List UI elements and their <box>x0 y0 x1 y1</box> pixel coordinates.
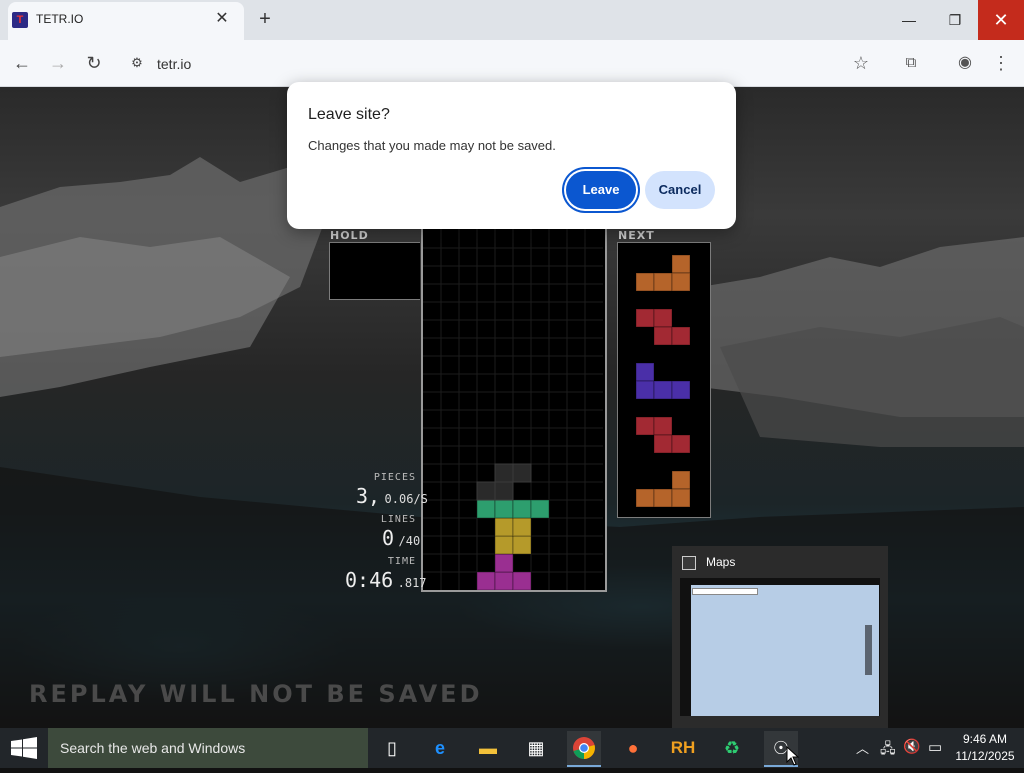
time-value: 0:46 <box>345 568 394 592</box>
next-piece-block <box>653 416 673 436</box>
back-icon[interactable]: ← <box>9 50 35 76</box>
next-piece-block <box>671 488 691 508</box>
bookmark-star-icon[interactable]: ☆ <box>850 52 872 74</box>
chrome-icon[interactable] <box>567 731 601 767</box>
pieces-value: 3, <box>356 484 381 508</box>
next-piece-block <box>653 434 673 454</box>
next-piece-block <box>671 434 691 454</box>
tetrio-logo-icon: T <box>12 12 28 28</box>
next-piece-block <box>671 272 691 292</box>
replay-warning: REPLAY WILL NOT BE SAVED <box>29 680 483 708</box>
edge-icon[interactable]: e <box>423 731 457 765</box>
board-block <box>494 535 514 555</box>
board-block <box>512 517 532 537</box>
notification-icon[interactable]: ▭ <box>928 738 942 756</box>
hold-box <box>329 242 420 300</box>
reload-icon[interactable]: ↻ <box>81 50 107 76</box>
recycle-icon[interactable]: ♻ <box>715 731 749 765</box>
board-block <box>494 517 514 537</box>
board-block <box>512 499 532 519</box>
next-label: NEXT <box>618 229 655 242</box>
next-piece-block <box>653 488 673 508</box>
leave-button[interactable]: Leave <box>566 171 636 209</box>
board-block <box>512 535 532 555</box>
maps-thumbnail-map <box>691 585 879 716</box>
next-piece-block <box>635 416 655 436</box>
new-tab-button[interactable]: + <box>254 8 276 30</box>
board-grid <box>423 228 603 590</box>
lines-label: LINES <box>380 514 416 525</box>
next-piece-block <box>671 380 691 400</box>
clock-time[interactable]: 9:46 AM <box>950 732 1020 746</box>
next-piece-block <box>653 326 673 346</box>
address-text[interactable]: tetr.io <box>157 56 191 72</box>
hold-label: HOLD <box>330 229 369 242</box>
lines-stat: 0 /40 <box>382 526 420 550</box>
maximize-button[interactable]: ❐ <box>932 0 978 40</box>
ghost-block <box>476 481 496 501</box>
dialog-message: Changes that you made may not be saved. <box>308 138 556 153</box>
close-window-button[interactable]: ✕ <box>978 0 1024 40</box>
store-icon[interactable]: ▦ <box>519 731 553 765</box>
network-icon[interactable]: 🖧 <box>880 738 896 762</box>
firefox-icon[interactable]: ● <box>616 731 650 765</box>
minimize-button[interactable]: — <box>886 0 932 40</box>
ghost-block <box>512 463 532 483</box>
lines-goal: /40 <box>398 534 421 548</box>
maps-thumbnail-controls <box>865 625 872 675</box>
board-block <box>530 499 550 519</box>
profile-icon[interactable]: ◉ <box>954 52 976 74</box>
file-explorer-icon[interactable]: ▬ <box>471 731 505 765</box>
task-view-icon[interactable]: ▯ <box>375 731 409 765</box>
ghost-block <box>494 463 514 483</box>
maps-thumbnail-search <box>692 588 758 595</box>
taskbar-search-placeholder[interactable]: Search the web and Windows <box>60 740 245 756</box>
time-label: TIME <box>387 556 416 567</box>
next-piece-block <box>671 470 691 490</box>
volume-muted-icon[interactable]: 🔇 <box>903 738 920 755</box>
board-block <box>494 553 514 573</box>
board-block <box>476 571 496 590</box>
clock-date[interactable]: 11/12/2025 <box>950 749 1020 763</box>
board-block <box>476 499 496 519</box>
board-block <box>512 571 532 590</box>
next-piece-block <box>653 308 673 328</box>
tray-overflow-icon[interactable]: ︿ <box>856 738 869 757</box>
ghost-block <box>494 481 514 501</box>
pieces-label: PIECES <box>373 472 416 483</box>
next-queue <box>617 242 711 518</box>
next-piece-block <box>635 272 655 292</box>
dialog-title: Leave site? <box>308 106 390 123</box>
next-piece-block <box>653 272 673 292</box>
rh-icon[interactable]: RH <box>666 731 700 765</box>
forward-icon[interactable]: → <box>45 50 71 76</box>
next-queue-pieces <box>635 254 691 508</box>
next-piece-block <box>653 380 673 400</box>
mouse-cursor-icon <box>786 746 800 766</box>
board-block <box>494 499 514 519</box>
next-piece-block <box>635 488 655 508</box>
cancel-button[interactable]: Cancel <box>645 171 715 209</box>
next-piece-block <box>671 254 691 274</box>
next-piece-block <box>635 362 655 382</box>
windows-start-icon[interactable] <box>0 728 48 768</box>
menu-icon[interactable]: ⋮ <box>990 52 1012 74</box>
pieces-rate: 0.06/S <box>384 492 428 506</box>
site-info-icon[interactable]: ⚙ <box>128 54 146 72</box>
close-tab-icon[interactable]: ✕ <box>212 9 232 29</box>
board-block <box>494 571 514 590</box>
lines-value: 0 <box>382 526 395 550</box>
pieces-stat: 3, 0.06/S <box>356 484 428 508</box>
tab-title: TETR.IO <box>36 12 84 26</box>
lens-icon[interactable]: ⧉ <box>900 52 922 74</box>
next-piece-block <box>635 308 655 328</box>
maps-preview-title: Maps <box>706 555 736 569</box>
address-bar[interactable] <box>112 46 886 80</box>
time-stat: 0:46 .817 <box>345 568 427 592</box>
time-ms: .817 <box>397 576 427 590</box>
maps-window-icon <box>682 556 696 570</box>
next-piece-block <box>671 326 691 346</box>
next-piece-block <box>635 380 655 400</box>
